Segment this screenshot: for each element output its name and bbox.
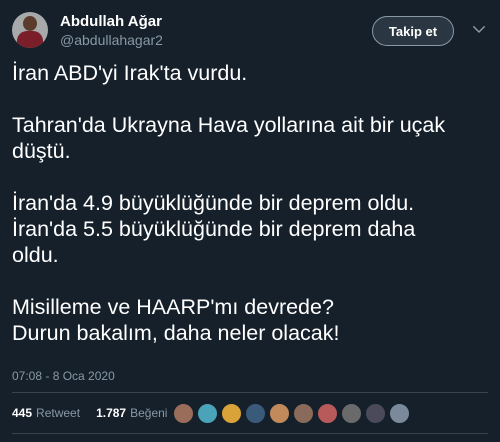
tweet-line: Durun bakalım, daha neler olacak! — [12, 321, 340, 345]
timestamp[interactable]: 07:08 - 8 Oca 2020 — [12, 369, 115, 383]
divider — [12, 392, 488, 393]
tweet-header: Abdullah Ağar @abdullahagar2 Takip et — [12, 10, 488, 54]
liker-avatar[interactable] — [341, 403, 362, 424]
avatar-body — [17, 31, 43, 48]
liker-avatar[interactable] — [197, 403, 218, 424]
like-count[interactable]: 1.787 — [96, 406, 126, 420]
tweet-line: düştü. — [12, 139, 71, 163]
avatar-head — [23, 16, 37, 31]
display-name[interactable]: Abdullah Ağar — [60, 12, 163, 31]
username[interactable]: @abdullahagar2 — [60, 31, 163, 50]
liker-avatar[interactable] — [389, 403, 410, 424]
tweet-line: Tahran'da Ukrayna Hava yollarına ait bir… — [12, 113, 446, 137]
liker-avatar[interactable] — [365, 403, 386, 424]
liker-avatar[interactable] — [173, 403, 194, 424]
tweet-line-gap — [12, 86, 488, 112]
tweet-text: İran ABD'yi Irak'ta vurdu. Tahran'da Ukr… — [12, 60, 488, 346]
liker-avatar[interactable] — [245, 403, 266, 424]
tweet-line: İran'da 5.5 büyüklüğünde bir deprem daha — [12, 217, 416, 241]
tweet-card: Abdullah Ağar @abdullahagar2 Takip et İr… — [0, 0, 500, 442]
retweet-count[interactable]: 445 — [12, 406, 32, 420]
like-label[interactable]: Beğeni — [130, 406, 167, 420]
retweet-label[interactable]: Retweet — [36, 406, 80, 420]
tweet-line: İran ABD'yi Irak'ta vurdu. — [12, 61, 248, 85]
liker-avatar[interactable] — [269, 403, 290, 424]
liker-avatar[interactable] — [293, 403, 314, 424]
author-names[interactable]: Abdullah Ağar @abdullahagar2 — [60, 12, 163, 50]
tweet-line-gap — [12, 164, 488, 190]
tweet-line: İran'da 4.9 büyüklüğünde bir deprem oldu… — [12, 191, 415, 215]
divider — [12, 433, 488, 434]
tweet-line-gap — [12, 268, 488, 294]
avatar[interactable] — [12, 12, 48, 48]
liker-avatars — [173, 403, 410, 424]
follow-button[interactable]: Takip et — [372, 16, 454, 46]
tweet-line: Misilleme ve HAARP'mı devrede? — [12, 295, 334, 319]
tweet-stats: 445 Retweet 1.787 Beğeni — [12, 406, 167, 420]
chevron-down-icon[interactable] — [470, 20, 488, 38]
liker-avatar[interactable] — [221, 403, 242, 424]
liker-avatar[interactable] — [317, 403, 338, 424]
tweet-line: oldu. — [12, 243, 59, 267]
